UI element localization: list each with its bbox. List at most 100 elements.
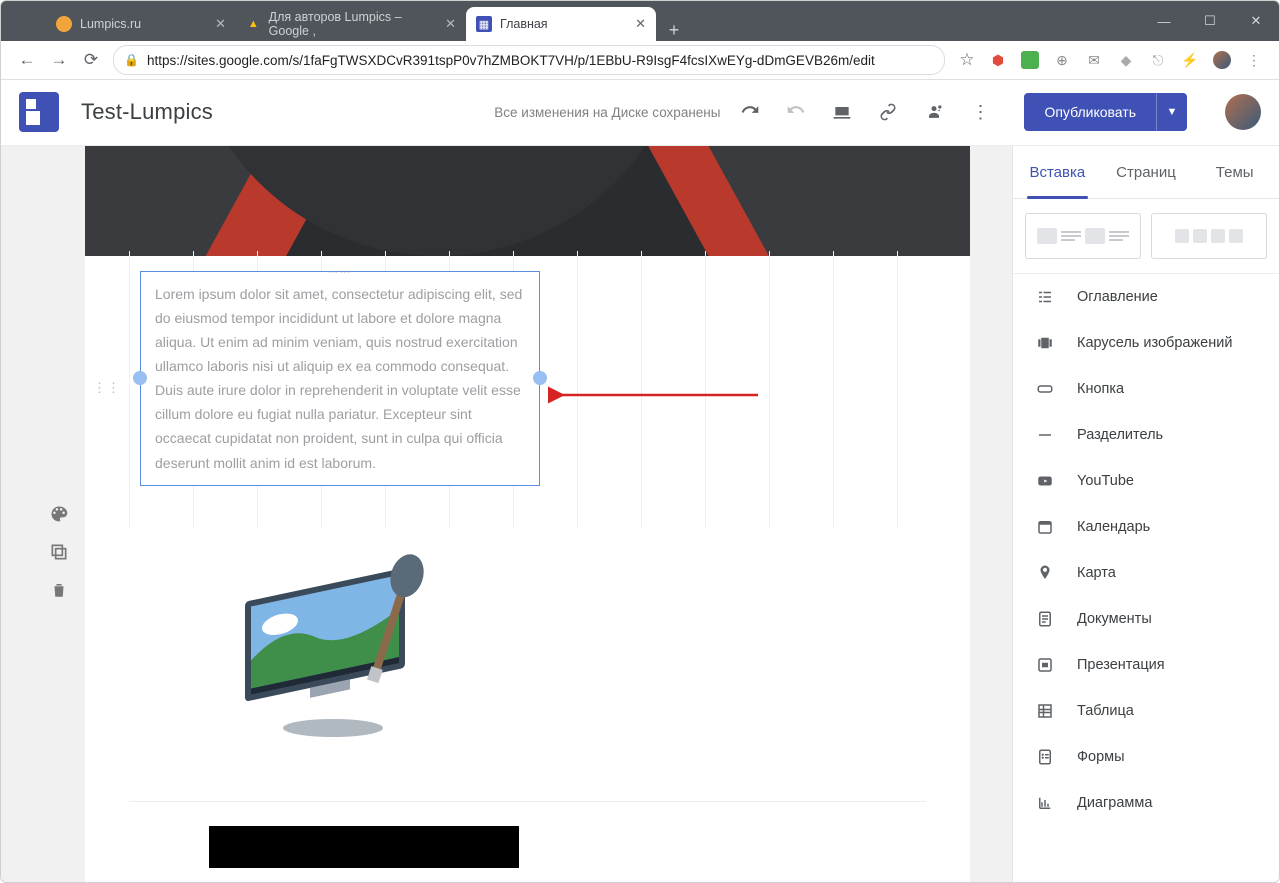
content-block[interactable]	[209, 826, 519, 868]
resize-handle-right[interactable]	[533, 371, 547, 385]
favicon-lumpics	[56, 16, 72, 32]
insert-item-chart[interactable]: Диаграмма	[1013, 780, 1279, 826]
extension-icon[interactable]: ◆	[1117, 51, 1135, 69]
extension-icon[interactable]: ⎋	[1149, 51, 1167, 69]
favicon-sites: ▦	[476, 16, 492, 32]
extension-icon[interactable]	[1213, 51, 1231, 69]
insert-item-label: Документы	[1077, 611, 1152, 627]
section-tools	[47, 502, 71, 602]
toc-icon	[1035, 287, 1055, 307]
row-drag-handle[interactable]: ⋮⋮	[93, 380, 121, 396]
tab-pages[interactable]: Страниц	[1102, 146, 1191, 198]
tab-lumpics[interactable]: Lumpics.ru ✕	[46, 7, 236, 41]
header-banner[interactable]	[85, 146, 970, 256]
drag-handle-icon[interactable]: ⋯⋯	[328, 264, 352, 281]
sites-logo-icon[interactable]	[19, 92, 59, 132]
extension-icons: ⬢ ⊕ ✉ ◆ ⎋ ⚡ ⋮	[983, 51, 1269, 69]
save-status: Все изменения на Диске сохранены	[494, 105, 720, 120]
delete-icon[interactable]	[47, 578, 71, 602]
insert-item-youtube[interactable]: YouTube	[1013, 458, 1279, 504]
minimize-button[interactable]: —	[1141, 1, 1187, 41]
maximize-button[interactable]: ☐	[1187, 1, 1233, 41]
extension-icon[interactable]: ⊕	[1053, 51, 1071, 69]
close-icon[interactable]: ✕	[215, 16, 226, 32]
publish-dropdown[interactable]: ▼	[1156, 93, 1187, 131]
share-button[interactable]	[922, 100, 946, 124]
redo-button[interactable]	[784, 100, 808, 124]
sites-app: Test-Lumpics Все изменения на Диске сохр…	[1, 79, 1279, 882]
layout-option[interactable]	[1151, 213, 1267, 259]
right-panel: Вставка Страниц Темы Оглавление Карусель …	[1012, 146, 1279, 882]
tab-strip: Lumpics.ru ✕ ▲ Для авторов Lumpics – Goo…	[1, 1, 1279, 41]
insert-item-calendar[interactable]: Календарь	[1013, 504, 1279, 550]
layout-option[interactable]	[1025, 213, 1141, 259]
more-button[interactable]: ⋮	[968, 100, 992, 124]
insert-item-label: Кнопка	[1077, 381, 1124, 397]
chart-icon	[1035, 793, 1055, 813]
close-icon[interactable]: ✕	[635, 16, 646, 32]
account-avatar[interactable]	[1225, 94, 1261, 130]
text-content: Lorem ipsum dolor sit amet, consectetur …	[155, 286, 522, 471]
favicon-drive: ▲	[246, 16, 261, 32]
insert-item-carousel[interactable]: Карусель изображений	[1013, 320, 1279, 366]
browser-window: Lumpics.ru ✕ ▲ Для авторов Lumpics – Goo…	[0, 0, 1280, 883]
url-field[interactable]: 🔒 https://sites.google.com/s/1faFgTWSXDC…	[113, 45, 945, 75]
resize-handle-left[interactable]	[133, 371, 147, 385]
undo-button[interactable]	[738, 100, 762, 124]
insert-item-slides[interactable]: Презентация	[1013, 642, 1279, 688]
doc-title[interactable]: Test-Lumpics	[81, 99, 213, 125]
insert-item-label: Карта	[1077, 565, 1116, 581]
forward-button[interactable]: →	[43, 44, 75, 76]
bookmark-button[interactable]: ☆	[951, 44, 983, 76]
image-block[interactable]	[225, 546, 445, 746]
insert-item-button[interactable]: Кнопка	[1013, 366, 1279, 412]
insert-item-docs[interactable]: Документы	[1013, 596, 1279, 642]
tab-drive[interactable]: ▲ Для авторов Lumpics – Google , ✕	[236, 7, 466, 41]
extension-icon[interactable]: ⚡	[1181, 51, 1199, 69]
preview-button[interactable]	[830, 100, 854, 124]
canvas[interactable]: ⋮⋮ ⋯⋯ Lorem ipsum dolor sit amet, consec…	[85, 146, 970, 882]
panel-tabs: Вставка Страниц Темы	[1013, 146, 1279, 199]
insert-item-sheets[interactable]: Таблица	[1013, 688, 1279, 734]
new-tab-button[interactable]: +	[660, 20, 688, 41]
divider-icon	[1035, 425, 1055, 445]
canvas-area: ⋮⋮ ⋯⋯ Lorem ipsum dolor sit amet, consec…	[1, 146, 1012, 882]
copy-icon[interactable]	[47, 540, 71, 564]
extension-icon[interactable]	[1021, 51, 1039, 69]
extension-icon[interactable]: ⬢	[989, 51, 1007, 69]
insert-item-divider[interactable]: Разделитель	[1013, 412, 1279, 458]
insert-list: Оглавление Карусель изображений Кнопка Разд…	[1013, 274, 1279, 882]
insert-item-map[interactable]: Карта	[1013, 550, 1279, 596]
forms-icon	[1035, 747, 1055, 767]
tab-title: Lumpics.ru	[80, 17, 141, 31]
menu-button[interactable]: ⋮	[1245, 51, 1263, 69]
back-button[interactable]: ←	[11, 44, 43, 76]
url-text: https://sites.google.com/s/1faFgTWSXDCvR…	[147, 53, 875, 68]
map-icon	[1035, 563, 1055, 583]
insert-item-toc[interactable]: Оглавление	[1013, 274, 1279, 320]
extension-icon[interactable]: ✉	[1085, 51, 1103, 69]
lock-icon: 🔒	[124, 53, 139, 67]
insert-item-label: Диаграмма	[1077, 795, 1152, 811]
palette-icon[interactable]	[47, 502, 71, 526]
calendar-icon	[1035, 517, 1055, 537]
text-block[interactable]: ⋯⋯ Lorem ipsum dolor sit amet, consectet…	[140, 271, 540, 486]
insert-item-forms[interactable]: Формы	[1013, 734, 1279, 780]
close-icon[interactable]: ✕	[445, 16, 456, 32]
close-window-button[interactable]: ✕	[1233, 1, 1279, 41]
app-header: Test-Lumpics Все изменения на Диске сохр…	[1, 79, 1279, 146]
section-divider	[129, 801, 926, 802]
layout-templates	[1013, 199, 1279, 274]
tab-themes[interactable]: Темы	[1190, 146, 1279, 198]
publish-button-group: Опубликовать ▼	[1024, 93, 1187, 131]
reload-button[interactable]: ⟳	[75, 44, 107, 76]
tab-main[interactable]: ▦ Главная ✕	[466, 7, 656, 41]
workspace: ⋮⋮ ⋯⋯ Lorem ipsum dolor sit amet, consec…	[1, 146, 1279, 882]
publish-button[interactable]: Опубликовать	[1024, 93, 1156, 131]
tab-insert[interactable]: Вставка	[1013, 146, 1102, 198]
insert-item-label: Таблица	[1077, 703, 1134, 719]
insert-item-label: Оглавление	[1077, 289, 1158, 305]
link-button[interactable]	[876, 100, 900, 124]
tab-title: Для авторов Lumpics – Google ,	[269, 10, 437, 38]
insert-item-label: Календарь	[1077, 519, 1150, 535]
